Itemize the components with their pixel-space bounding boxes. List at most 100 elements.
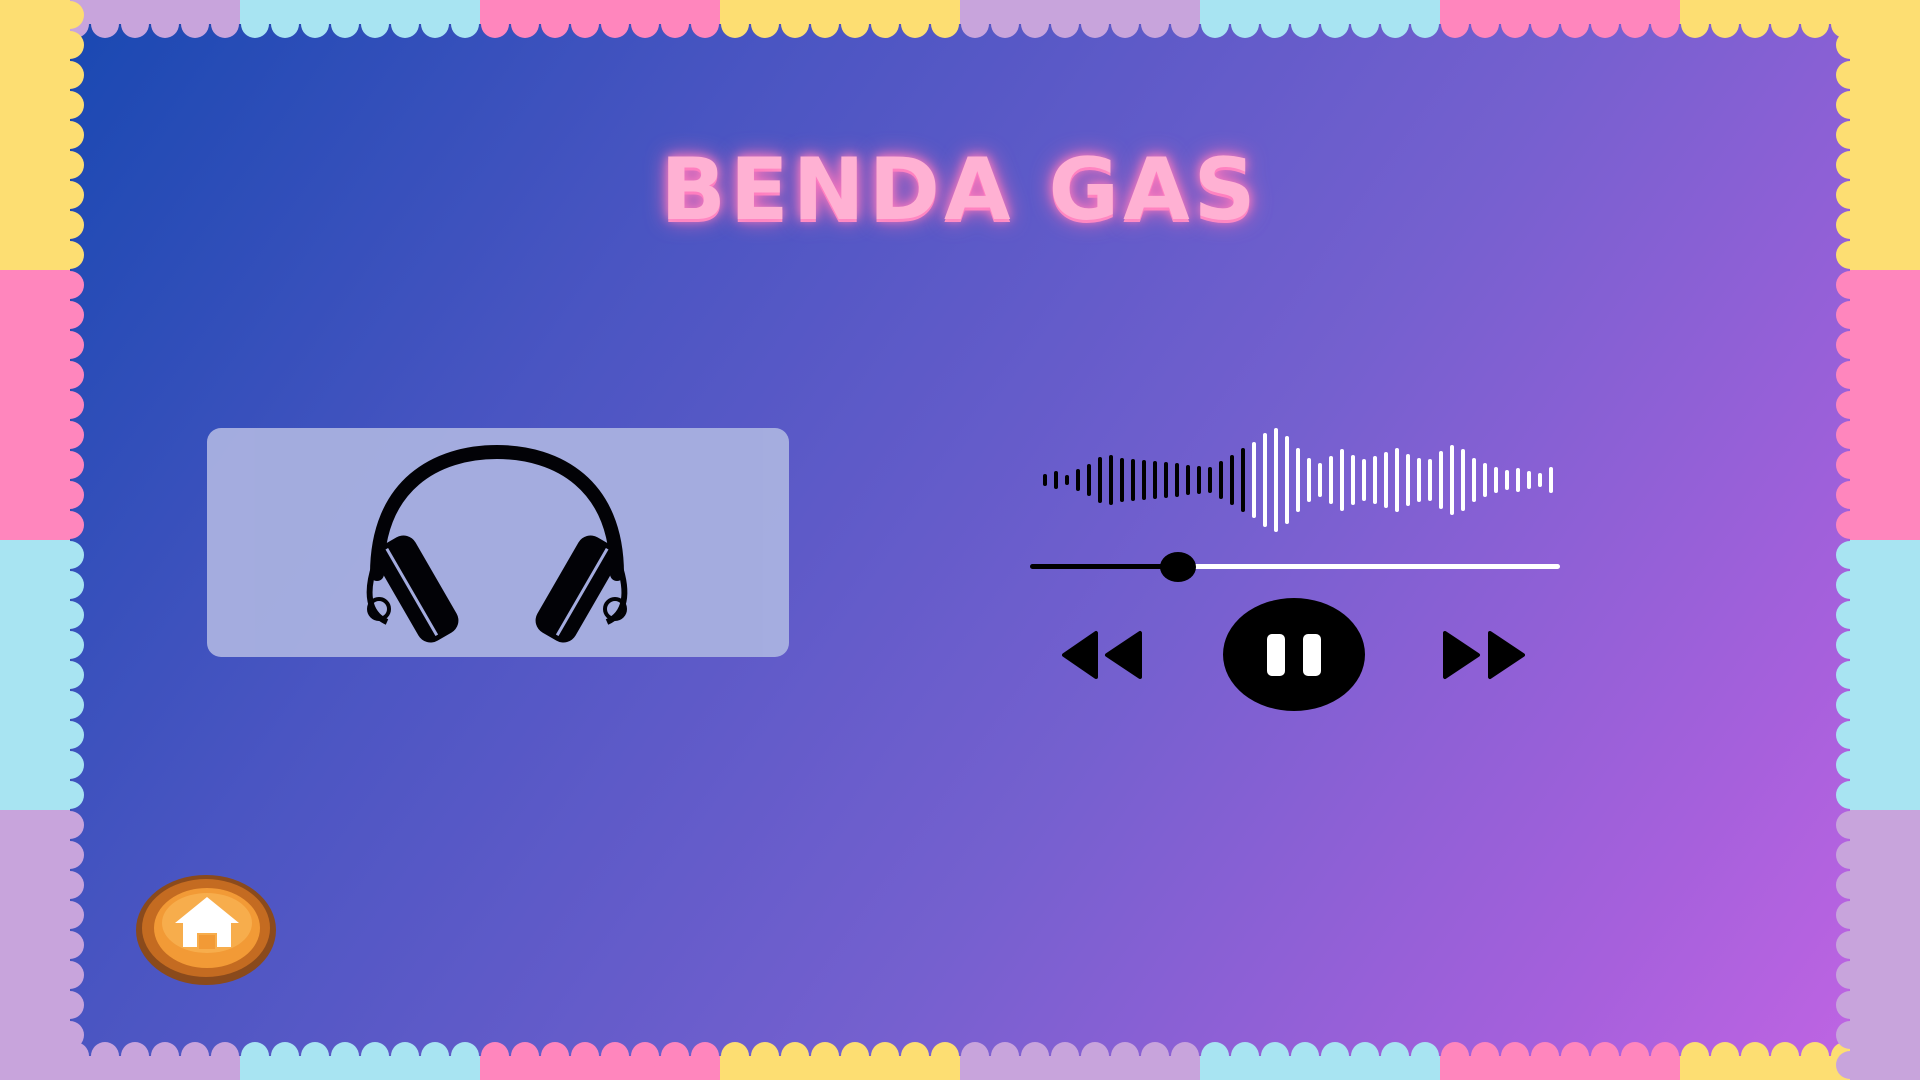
fast-forward-icon (1443, 631, 1525, 679)
border-scallop (1561, 1042, 1589, 1070)
border-scallop (91, 1042, 119, 1070)
rewind-button[interactable] (1062, 630, 1147, 680)
border-scallop (991, 1042, 1019, 1070)
border-scallop (56, 901, 84, 929)
border-scallop (1531, 10, 1559, 38)
border-scallop (1836, 391, 1864, 419)
audio-card (207, 428, 789, 657)
border-scallop (901, 1042, 929, 1070)
border-scallop (1111, 1042, 1139, 1070)
border-scallop (1836, 151, 1864, 179)
border-scallop (56, 511, 84, 539)
border-scallop (121, 1042, 149, 1070)
fast-forward-button[interactable] (1440, 630, 1525, 680)
border-scallop (1801, 10, 1829, 38)
border-scallop (571, 1042, 599, 1070)
border-scallop (1836, 61, 1864, 89)
border-scallop (1836, 871, 1864, 899)
playback-progress-slider[interactable] (1030, 545, 1560, 589)
border-scallop (56, 481, 84, 509)
border-scallop (91, 10, 119, 38)
border-scallop (1836, 841, 1864, 869)
border-scallop (56, 301, 84, 329)
border-scallop (721, 1042, 749, 1070)
rewind-icon (1062, 631, 1142, 679)
border-scallop (1836, 721, 1864, 749)
border-scallop (1836, 781, 1864, 809)
border-scallop (1201, 10, 1229, 38)
border-scallop (661, 1042, 689, 1070)
border-scallop (811, 10, 839, 38)
border-scallop (931, 1042, 959, 1070)
border-scallop (56, 991, 84, 1019)
border-scallop (1471, 1042, 1499, 1070)
border-scallop (56, 781, 84, 809)
audio-waveform (1043, 428, 1553, 532)
pause-button[interactable] (1223, 598, 1365, 711)
border-scallop (451, 10, 479, 38)
border-scallop (241, 10, 269, 38)
border-scallop (1171, 1042, 1199, 1070)
border-scallop (1291, 1042, 1319, 1070)
progress-remaining-track (1178, 564, 1560, 569)
border-scallop (931, 10, 959, 38)
border-scallop (901, 10, 929, 38)
border-scallop (1836, 181, 1864, 209)
home-button[interactable] (135, 873, 278, 986)
border-scallop (361, 10, 389, 38)
border-scallop (1441, 10, 1469, 38)
border-scallop (56, 601, 84, 629)
border-scallop (331, 1042, 359, 1070)
border-scallop (1836, 1, 1864, 29)
border-scallop (1261, 10, 1289, 38)
border-scallop (1441, 1042, 1469, 1070)
border-scallop (211, 10, 239, 38)
border-scallop (1051, 10, 1079, 38)
pause-icon-bar (1303, 634, 1321, 676)
border-scallop (421, 10, 449, 38)
border-scallop (1836, 751, 1864, 779)
border-scallop (56, 211, 84, 239)
border-scallop (1501, 1042, 1529, 1070)
page-title: BENDA GAS (660, 140, 1260, 240)
border-scallop (1381, 10, 1409, 38)
border-scallop (841, 10, 869, 38)
border-scallop (56, 181, 84, 209)
border-scallop (151, 10, 179, 38)
border-scallop (601, 10, 629, 38)
border-scallop (1836, 241, 1864, 269)
border-scallop (811, 1042, 839, 1070)
border-scallop (1836, 571, 1864, 599)
border-scallop (1836, 511, 1864, 539)
border-scallop (871, 10, 899, 38)
border-scallop (1836, 811, 1864, 839)
border-scallop (56, 361, 84, 389)
progress-thumb[interactable] (1160, 552, 1196, 582)
border-scallop (181, 1042, 209, 1070)
border-scallop (691, 1042, 719, 1070)
headphones-icon (366, 444, 628, 643)
border-scallop (1836, 961, 1864, 989)
border-scallop (1501, 10, 1529, 38)
border-scallop (1081, 1042, 1109, 1070)
border-scallop (1836, 1021, 1864, 1049)
border-scallop (1836, 271, 1864, 299)
border-scallop (301, 1042, 329, 1070)
home-icon (136, 875, 276, 985)
border-scallop (1141, 10, 1169, 38)
border-scallop (56, 931, 84, 959)
border-scallop (56, 631, 84, 659)
border-scallop (1561, 10, 1589, 38)
border-scallop (56, 751, 84, 779)
border-scallop (56, 121, 84, 149)
pause-icon (1267, 634, 1285, 676)
border-scallop (1836, 211, 1864, 239)
border-scallop (391, 1042, 419, 1070)
border-scallop (1836, 631, 1864, 659)
border-scallop (1081, 10, 1109, 38)
border-scallop (1111, 10, 1139, 38)
border-scallop (56, 421, 84, 449)
border-scallop (1141, 1042, 1169, 1070)
border-scallop (56, 91, 84, 119)
border-scallop (1836, 931, 1864, 959)
